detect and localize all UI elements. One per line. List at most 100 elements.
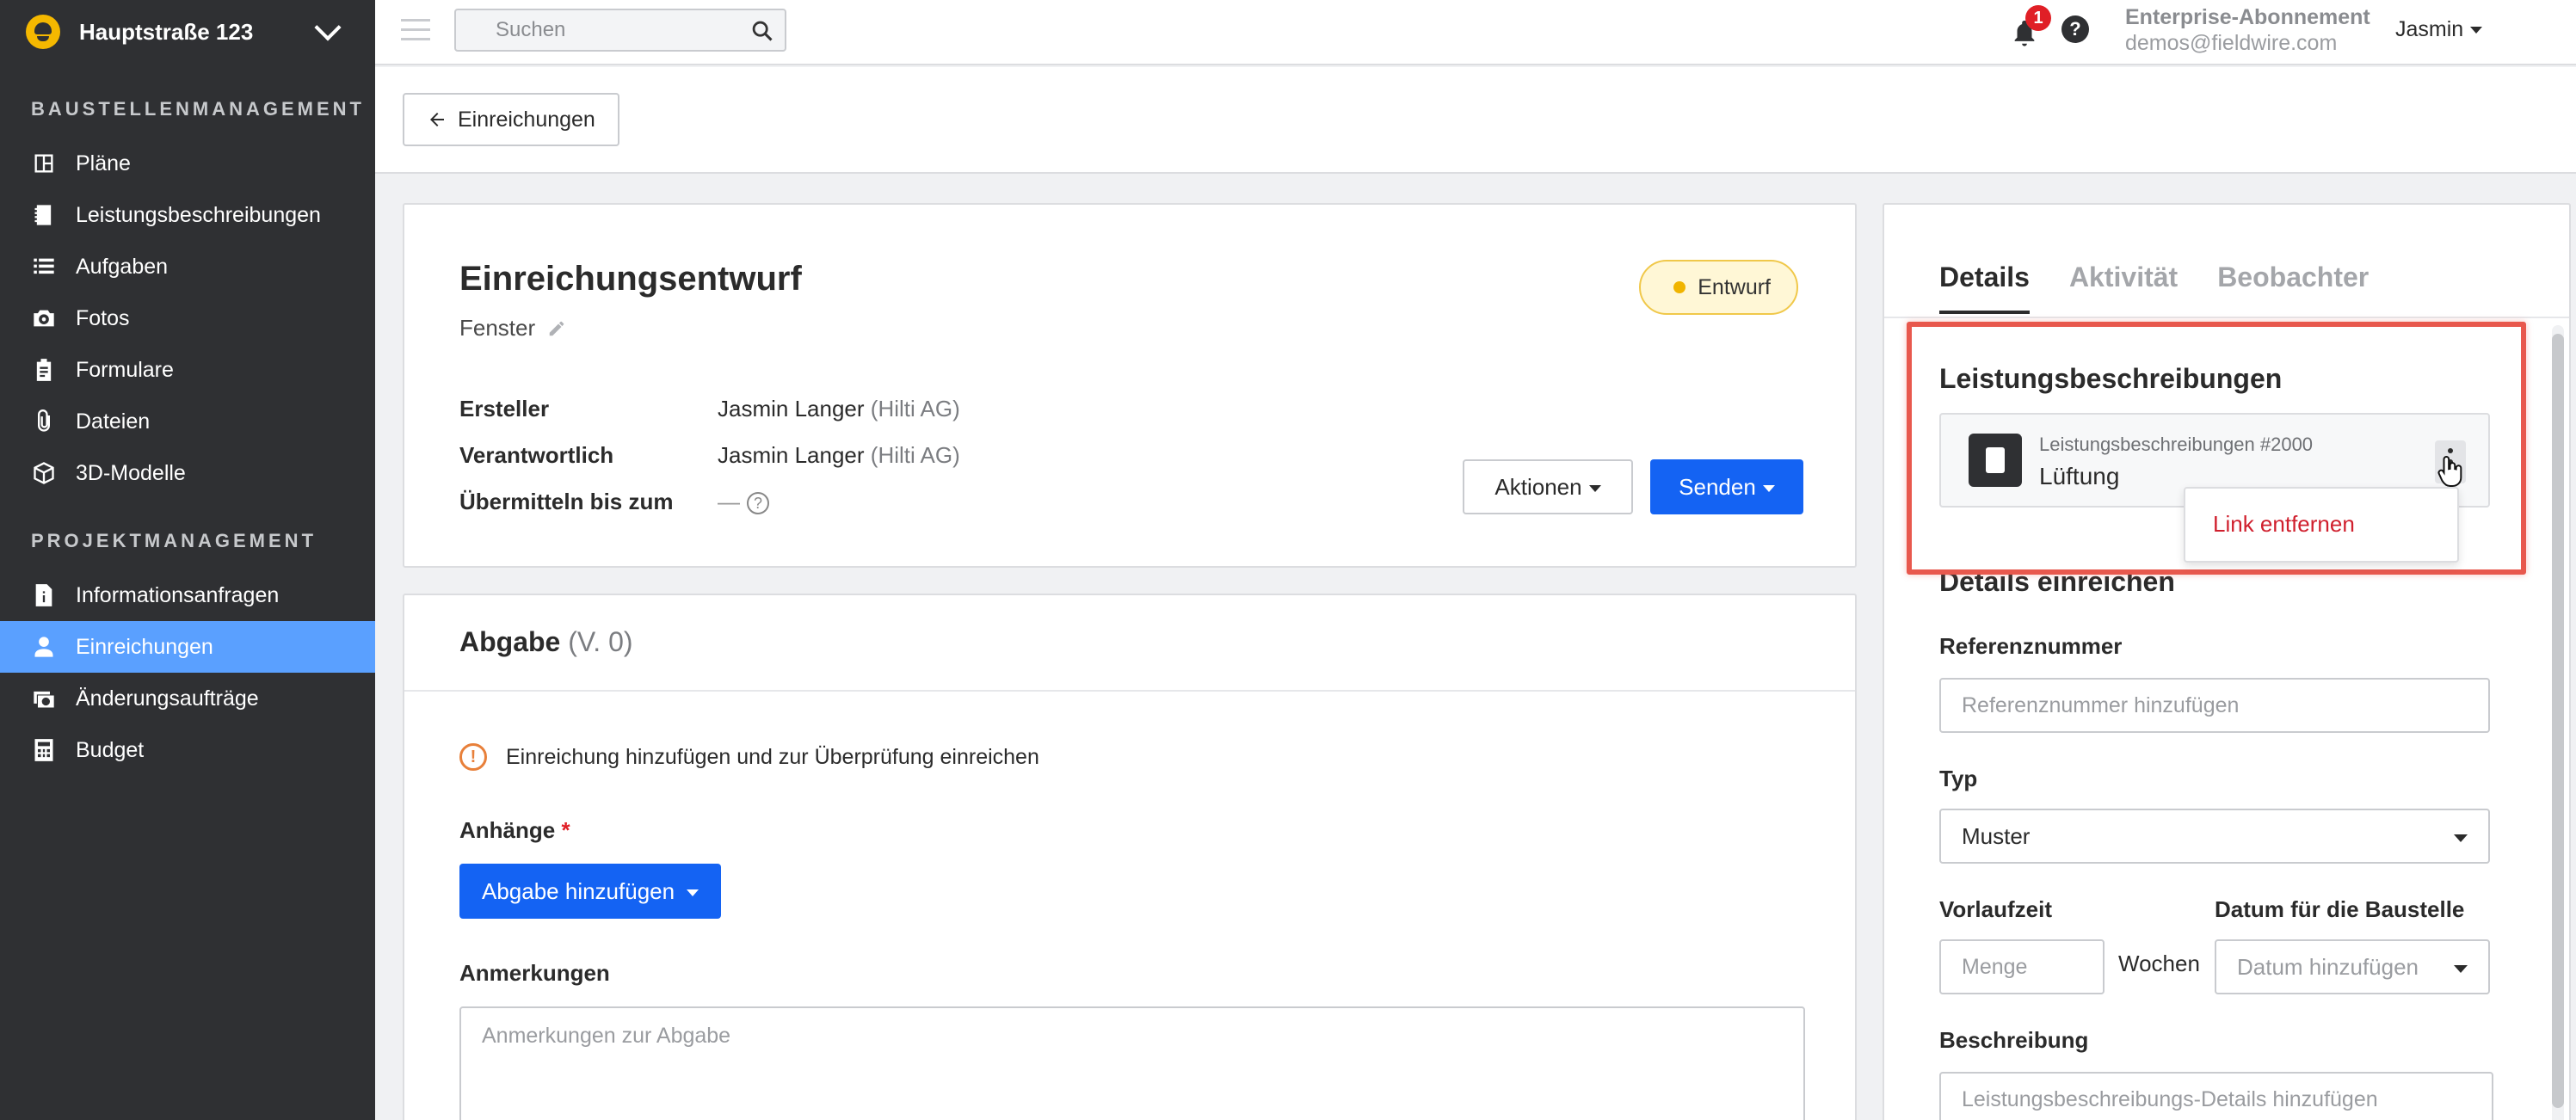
sidebar-item-plans[interactable]: Pläne — [0, 138, 375, 189]
field-label: Ersteller — [459, 396, 550, 422]
paperclip-icon — [31, 409, 57, 434]
search-box — [454, 9, 786, 52]
submittal-icon — [31, 634, 57, 660]
field-label: Verantwortlich — [459, 442, 614, 468]
field-value[interactable]: —? — [718, 489, 769, 515]
actions-label: Aktionen — [1494, 473, 1582, 500]
person-name: Jasmin Langer — [718, 396, 865, 422]
lead-time-input[interactable] — [1939, 939, 2105, 994]
required-mark: * — [561, 817, 570, 843]
site-date-label: Datum für die Baustelle — [2215, 896, 2465, 922]
sidebar-item-label: Budget — [76, 737, 145, 762]
plans-icon — [31, 151, 57, 176]
sidebar-item-label: 3D-Modelle — [76, 460, 186, 485]
tab-details[interactable]: Details — [1939, 262, 2030, 314]
account-email: demos@fieldwire.com — [2125, 31, 2338, 55]
sidebar-item-label: Einreichungen — [76, 634, 213, 659]
sidebar-item-label: Pläne — [76, 151, 131, 175]
chevron-down-icon[interactable] — [314, 14, 342, 41]
send-button[interactable]: Senden — [1650, 459, 1803, 514]
notes-textarea[interactable] — [459, 1006, 1805, 1120]
field-value: Jasmin Langer (Hilti AG) — [718, 396, 960, 422]
menu-icon[interactable] — [401, 19, 430, 43]
type-label: Typ — [1939, 766, 1978, 791]
site-date-picker[interactable]: Datum hinzufügen — [2215, 939, 2490, 994]
search-input[interactable] — [456, 10, 731, 50]
status-badge: Entwurf — [1639, 260, 1798, 315]
subscription-label: Enterprise-Abonnement — [2125, 5, 2370, 29]
sidebar-item-label: Leistungsbeschreibungen — [76, 202, 321, 227]
type-select[interactable]: Muster — [1939, 809, 2490, 864]
submission-card: Abgabe (V. 0) ! Einreichung hinzufügen u… — [403, 594, 1857, 1120]
user-name: Jasmin — [2395, 17, 2464, 41]
company-name: (Hilti AG) — [870, 442, 960, 468]
date-placeholder: Datum hinzufügen — [2237, 953, 2419, 980]
status-dot-icon — [1673, 281, 1686, 293]
field-label: Übermitteln bis zum — [459, 489, 674, 514]
warning-circle-icon: ! — [459, 743, 487, 771]
hand-cursor-icon — [2437, 456, 2462, 487]
specs-icon — [31, 202, 57, 228]
calculator-icon — [31, 737, 57, 763]
sidebar-item-label: Aufgaben — [76, 254, 169, 279]
reference-label: Referenznummer — [1939, 633, 2123, 659]
submission-info: ! Einreichung hinzufügen und zur Überprü… — [459, 743, 1039, 771]
attachments-label: Anhänge * — [459, 817, 570, 844]
project-logo-icon — [26, 15, 60, 49]
cube-icon — [31, 460, 57, 486]
sidebar-item-photos[interactable]: Fotos — [0, 292, 375, 344]
pencil-icon[interactable] — [547, 319, 566, 338]
help-icon[interactable]: ? — [2061, 15, 2089, 43]
back-button[interactable]: Einreichungen — [403, 93, 619, 146]
reference-input[interactable] — [1939, 678, 2490, 733]
submission-title: Abgabe (V. 0) — [459, 626, 633, 658]
type-value: Muster — [1962, 822, 2031, 849]
weeks-unit: Wochen — [2118, 951, 2200, 976]
caret-down-icon — [2454, 834, 2468, 842]
sidebar-item-tasks[interactable]: Aufgaben — [0, 241, 375, 292]
company-name: (Hilti AG) — [870, 396, 960, 422]
status-text: Entwurf — [1698, 274, 1771, 299]
sidebar-item-label: Änderungsaufträge — [76, 686, 259, 711]
project-switcher[interactable]: Hauptstraße 123 — [0, 0, 375, 64]
sidebar-item-submittals[interactable]: Einreichungen — [0, 621, 375, 673]
description-input[interactable] — [1939, 1072, 2493, 1120]
sidebar-item-forms[interactable]: Formulare — [0, 344, 375, 396]
user-menu[interactable]: Jasmin — [2395, 17, 2483, 42]
page-title: Einreichungsentwurf — [459, 260, 802, 298]
sidebar: Hauptstraße 123 BAUSTELLENMANAGEMENT Plä… — [0, 0, 375, 1120]
sidebar-item-change-orders[interactable]: Änderungsaufträge — [0, 673, 375, 724]
caret-down-icon — [2454, 965, 2468, 973]
page-header: Einreichungen — [375, 67, 2576, 174]
subtitle-text: Fenster — [459, 315, 536, 341]
divider — [1884, 317, 2569, 318]
tasks-icon — [31, 254, 57, 280]
submittal-subtitle[interactable]: Fenster — [459, 315, 566, 342]
notification-badge[interactable]: 1 — [2025, 5, 2051, 31]
question-circle-icon[interactable]: ? — [747, 492, 769, 515]
search-icon[interactable] — [750, 19, 774, 43]
topbar: 1 ? Enterprise-Abonnement demos@fieldwir… — [375, 0, 2576, 65]
add-submission-button[interactable]: Abgabe hinzufügen — [459, 864, 722, 919]
scrollbar-thumb[interactable] — [2552, 334, 2564, 1108]
sidebar-item-3d-models[interactable]: 3D-Modelle — [0, 447, 375, 499]
menu-item-remove-link[interactable]: Link entfernen — [2213, 511, 2355, 538]
field-value: Jasmin Langer (Hilti AG) — [718, 442, 960, 469]
sidebar-item-specs[interactable]: Leistungsbeschreibungen — [0, 189, 375, 241]
sidebar-item-rfi[interactable]: Informationsanfragen — [0, 569, 375, 621]
person-name: Jasmin Langer — [718, 442, 865, 468]
actions-button[interactable]: Aktionen — [1463, 459, 1633, 514]
caret-down-icon — [687, 889, 699, 896]
tab-watchers[interactable]: Beobachter — [2217, 262, 2369, 314]
sidebar-item-budget[interactable]: Budget — [0, 724, 375, 776]
caret-down-icon — [1588, 484, 1601, 492]
sidebar-item-label: Formulare — [76, 357, 174, 382]
spec-context-menu: Link entfernen — [2184, 487, 2459, 563]
sidebar-item-files[interactable]: Dateien — [0, 396, 375, 447]
sidebar-item-label: Informationsanfragen — [76, 582, 280, 607]
divider — [404, 690, 1855, 692]
send-label: Senden — [1679, 473, 1756, 500]
attachments-label-text: Anhänge — [459, 817, 556, 843]
sidebar-section-site: BAUSTELLENMANAGEMENT — [31, 98, 365, 120]
tab-activity[interactable]: Aktivität — [2069, 262, 2178, 314]
